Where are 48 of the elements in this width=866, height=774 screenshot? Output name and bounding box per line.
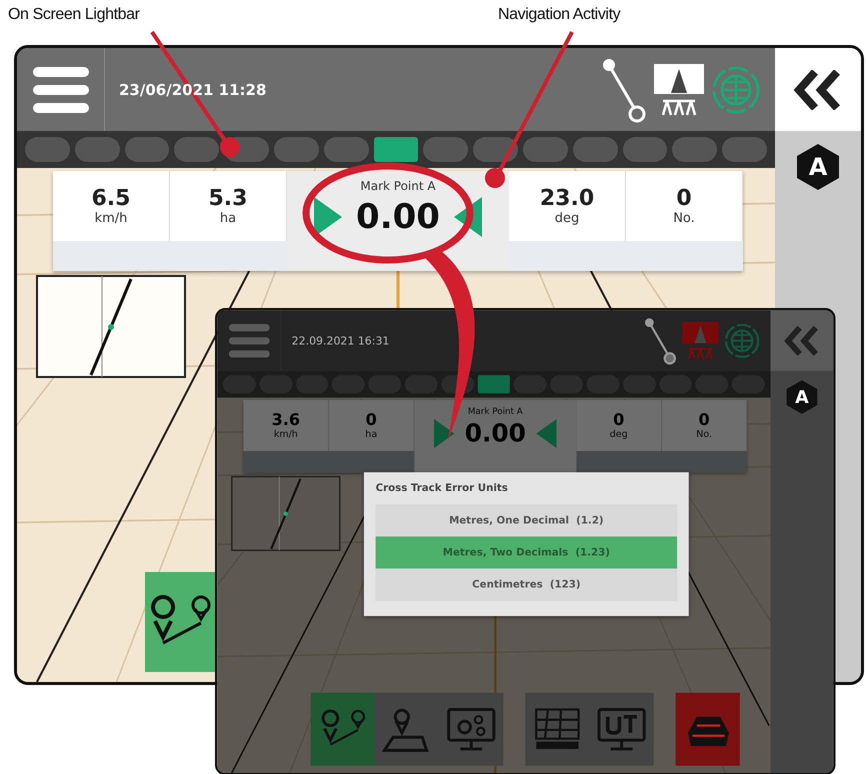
mode-badge: A [796, 143, 840, 191]
sprayer-icon[interactable] [653, 62, 705, 116]
dialog-title: Cross Track Error Units [376, 482, 509, 494]
unit-option[interactable]: Metres, Two Decimals (1.23) [376, 536, 678, 569]
left-triangle-icon [536, 418, 557, 448]
readout-value: 23.0 [540, 186, 594, 211]
cross-track-value: 0.00 [356, 197, 440, 237]
field-map-button[interactable] [525, 692, 590, 766]
unit-option[interactable]: Centimetres (123) [376, 568, 678, 601]
link-icon[interactable] [644, 316, 678, 365]
mode-badge: A [786, 380, 818, 415]
machine-button[interactable] [676, 692, 740, 766]
readout-unit: deg [610, 429, 628, 440]
cross-track-value: 0.00 [464, 418, 526, 448]
readout-unit: km/h [274, 429, 298, 440]
readout-unit: deg [554, 211, 580, 226]
readout-value: 3.6 [272, 410, 300, 430]
date-time: 22.09.2021 16:31 [292, 334, 390, 348]
menu-icon [228, 324, 270, 358]
settings-button[interactable] [439, 692, 504, 766]
double-chevron-icon [793, 70, 843, 110]
readout-unit: No. [673, 211, 695, 226]
readout-unit: ha [365, 429, 378, 440]
readout-value: 5.3 [208, 186, 248, 211]
readout-value: 6.5 [92, 186, 130, 211]
guidance-map-button[interactable] [374, 692, 440, 766]
readout-unit: ha [220, 211, 236, 226]
callout-label: On Screen Lightbar [8, 6, 140, 24]
readout-value: 0 [366, 410, 377, 430]
guidance-button[interactable] [145, 572, 215, 672]
unit-option[interactable]: Metres, One Decimal (1.2) [376, 504, 678, 536]
left-triangle-icon [454, 197, 482, 237]
readout-unit: No. [696, 429, 712, 440]
navigation-label: Mark Point A [468, 406, 523, 416]
readout-unit: km/h [94, 211, 128, 226]
navigation-label: Mark Point A [360, 179, 436, 193]
globe-icon[interactable] [724, 322, 760, 359]
double-chevron-icon [784, 326, 820, 356]
readout-value: 0 [698, 410, 710, 430]
readout-value: 0 [613, 410, 624, 430]
readout-value: 0 [676, 186, 692, 211]
right-triangle-icon [434, 418, 454, 448]
globe-icon[interactable] [711, 64, 761, 114]
link-icon[interactable] [601, 56, 647, 122]
menu-icon [32, 66, 88, 112]
callout-label: Navigation Activity [498, 6, 620, 24]
collapse-button[interactable] [775, 48, 861, 131]
universal-terminal-button[interactable] [590, 692, 654, 766]
